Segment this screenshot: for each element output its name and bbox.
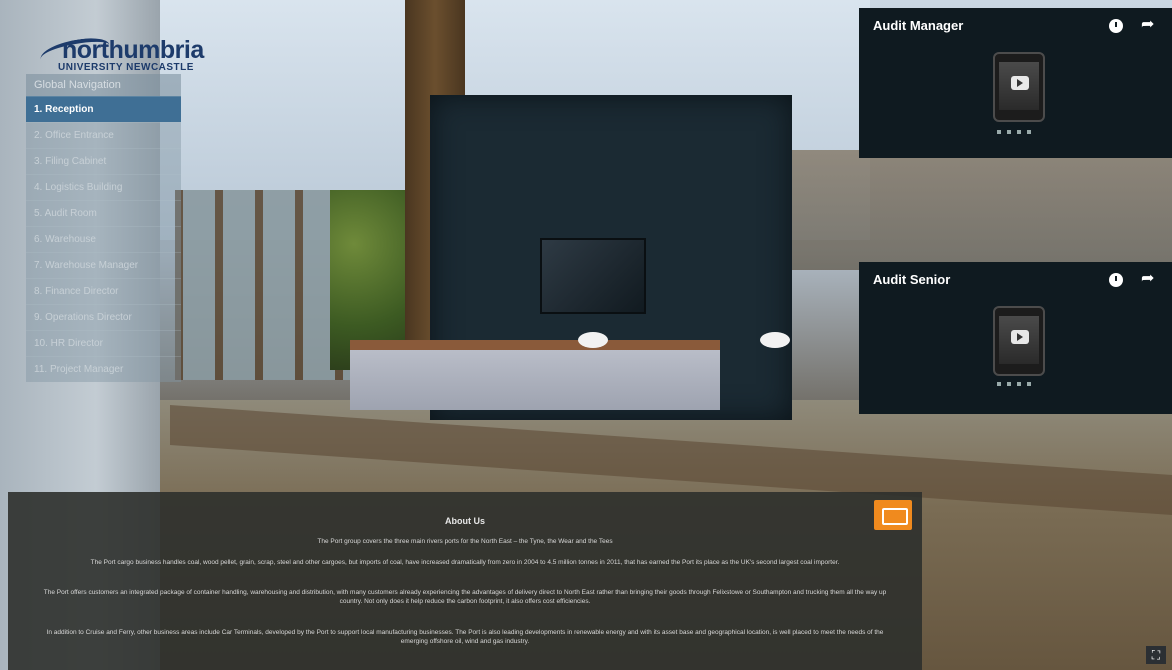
video-player[interactable] [993,306,1045,376]
logo-sub-text: UNIVERSITY NEWCASTLE [58,62,194,73]
nav-item-project-manager[interactable]: 11. Project Manager [26,356,181,382]
nav-item-logistics-building[interactable]: 4. Logistics Building [26,174,181,200]
about-paragraph-1: The Port group covers the three main riv… [317,538,613,545]
reception-tv[interactable] [540,238,646,314]
video-screen [999,316,1039,364]
about-title: About Us [445,516,485,526]
chat-hotspot-icon[interactable] [760,332,790,348]
nav-item-finance-director[interactable]: 8. Finance Director [26,278,181,304]
audit-manager-panel: Audit Manager ➦ [859,8,1172,158]
video-progress [997,130,1037,134]
video-progress [997,382,1037,386]
about-paragraph-3: The Port offers customers an integrated … [43,589,887,605]
reception-desk [350,340,720,410]
share-icon[interactable]: ➦ [1141,14,1154,34]
nav-title: Global Navigation [26,74,181,96]
panel-title: Audit Senior [873,272,951,287]
nav-item-operations-director[interactable]: 9. Operations Director [26,304,181,330]
chat-hotspot-icon[interactable] [578,332,608,348]
nav-item-filing-cabinet[interactable]: 3. Filing Cabinet [26,148,181,174]
play-icon[interactable] [1011,330,1029,344]
panel-title: Audit Manager [873,18,964,33]
video-screen [999,62,1039,110]
nav-item-audit-room[interactable]: 5. Audit Room [26,200,181,226]
nav-item-office-entrance[interactable]: 2. Office Entrance [26,122,181,148]
share-icon[interactable]: ➦ [1141,268,1154,288]
about-paragraph-4: In addition to Cruise and Ferry, other b… [46,629,884,645]
fullscreen-icon[interactable]: ⛶ [1146,646,1166,664]
nav-item-warehouse-manager[interactable]: 7. Warehouse Manager [26,252,181,278]
nav-item-warehouse[interactable]: 6. Warehouse [26,226,181,252]
global-navigation: Global Navigation 1. Reception 2. Office… [26,74,181,382]
scene-mezzanine [790,150,1172,270]
audit-senior-panel: Audit Senior ➦ [859,262,1172,414]
clock-icon[interactable] [1109,273,1123,287]
video-player[interactable] [993,52,1045,122]
nav-item-hr-director[interactable]: 10. HR Director [26,330,181,356]
clock-icon[interactable] [1109,19,1123,33]
play-icon[interactable] [1011,76,1029,90]
nav-item-reception[interactable]: 1. Reception [26,96,181,122]
university-logo: northumbria UNIVERSITY NEWCASTLE [38,30,240,80]
logo-main-text: northumbria [62,36,204,64]
about-us-panel: About Us The Port group covers the three… [8,492,922,670]
about-paragraph-2: The Port cargo business handles coal, wo… [90,559,840,566]
